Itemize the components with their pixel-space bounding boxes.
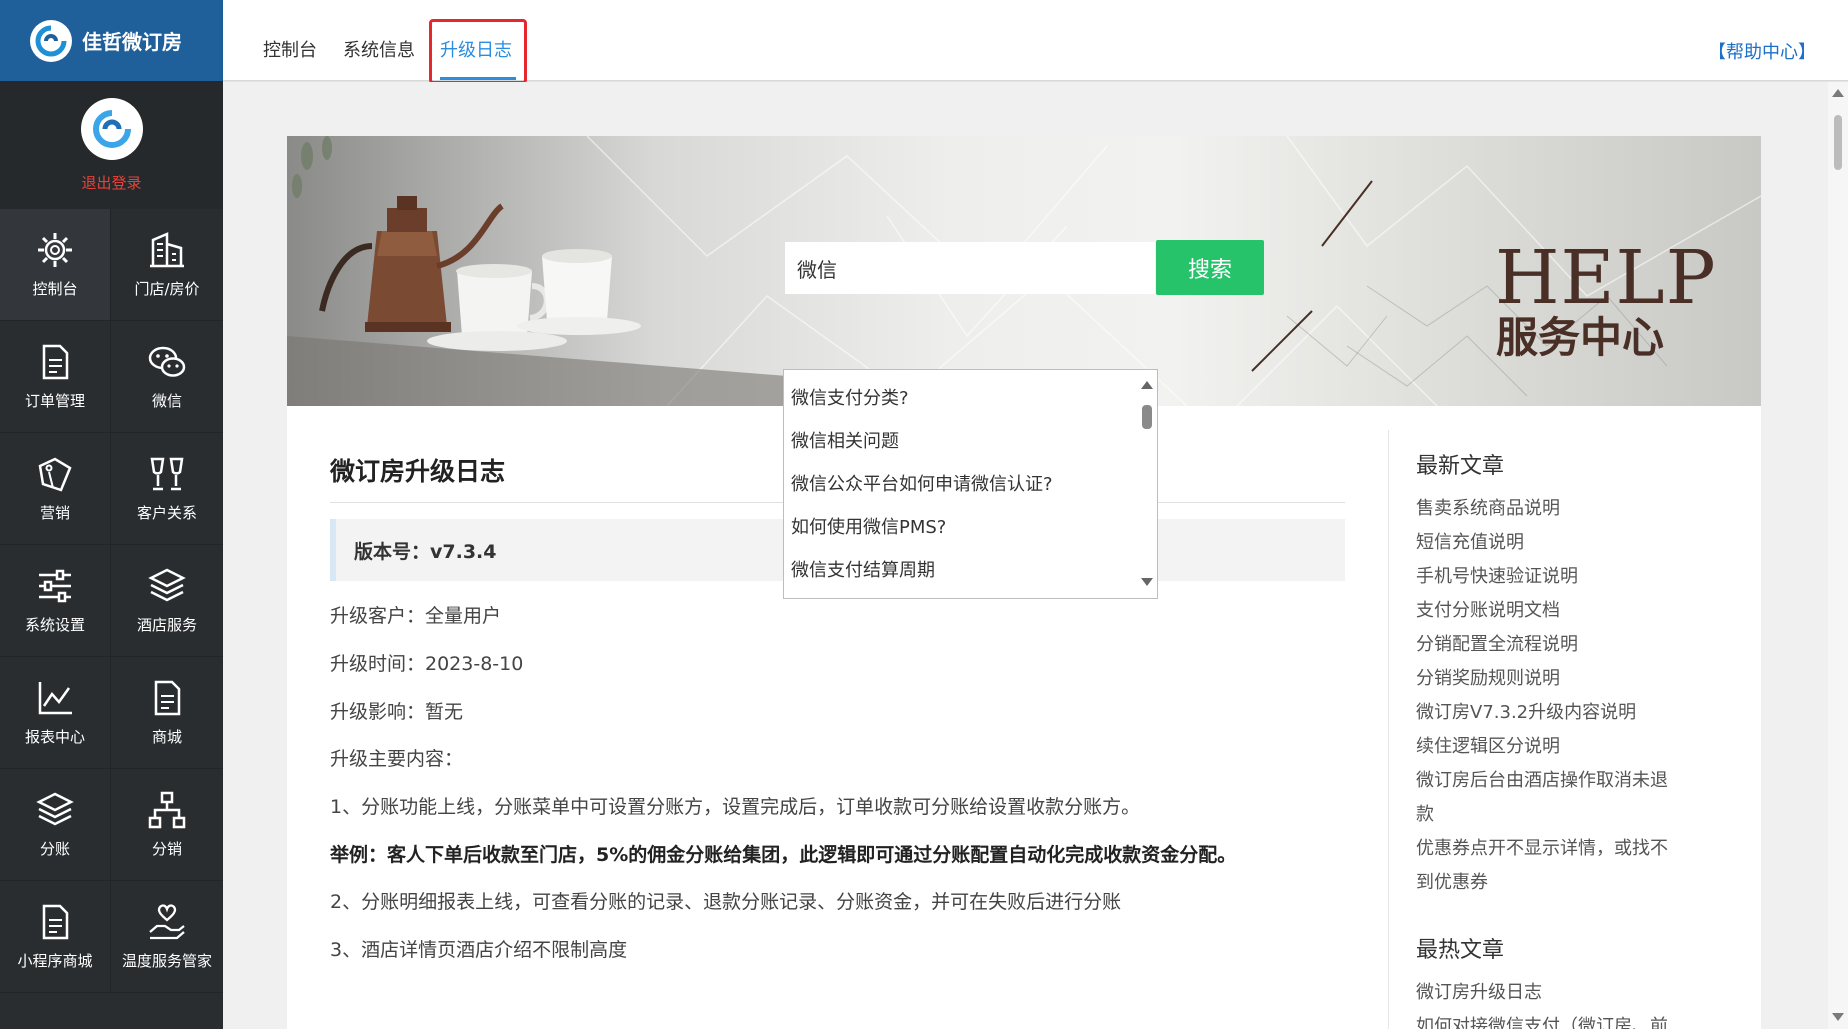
- layers-icon: [36, 792, 74, 826]
- brand-header: 佳哲微订房: [0, 0, 223, 81]
- sidebar-item-label: 控制台: [32, 280, 78, 298]
- sidebar-item-dashboard[interactable]: 控制台: [0, 209, 111, 321]
- latest-article-link[interactable]: 到优惠券: [1416, 868, 1488, 894]
- sidebar-item-marketing[interactable]: 营销: [0, 433, 111, 545]
- heart-hand-icon: [149, 904, 185, 940]
- wechat-icon: [148, 346, 186, 377]
- sidebar-menu: 控制台 门店/房价 订单管理 微信 营销 客户关系 系统设置 酒店服务 报表中心…: [0, 209, 223, 993]
- sidebar-item-label: 商城: [151, 728, 182, 746]
- latest-article-link[interactable]: 续住逻辑区分说明: [1416, 732, 1560, 758]
- sidebar-item-label: 客户关系: [136, 504, 197, 522]
- page-scrollbar[interactable]: [1828, 82, 1848, 1029]
- upgrade-time: 升级时间：2023-8-10: [330, 653, 524, 675]
- wine-glasses-icon: [150, 457, 184, 491]
- sidebar-divider: [1388, 430, 1389, 1029]
- suggestion-item[interactable]: 如何使用微信PMS?: [784, 504, 1157, 547]
- scroll-up-arrow-icon[interactable]: [1141, 381, 1153, 389]
- sidebar-item-butler[interactable]: 温度服务管家: [111, 881, 223, 993]
- hot-article-link[interactable]: 如何对接微信支付（微订房、前: [1416, 1012, 1668, 1029]
- latest-article-link[interactable]: 手机号快速验证说明: [1416, 562, 1578, 588]
- latest-article-link[interactable]: 微订房V7.3.2升级内容说明: [1416, 698, 1636, 724]
- sidebar-item-orders[interactable]: 订单管理: [0, 321, 111, 433]
- layers-icon: [148, 568, 186, 602]
- sidebar-item-stores[interactable]: 门店/房价: [111, 209, 223, 321]
- sidebar-item-wechat[interactable]: 微信: [111, 321, 223, 433]
- org-chart-icon: [148, 791, 186, 829]
- suggestion-item[interactable]: 微信支付结算周期: [784, 547, 1157, 590]
- sidebar-item-label: 分账: [39, 840, 70, 858]
- building-icon: [150, 232, 184, 268]
- line-chart-icon: [38, 682, 72, 715]
- sliders-icon: [39, 569, 71, 603]
- sidebar-item-label: 报表中心: [24, 728, 85, 746]
- sidebar-item-label: 营销: [39, 504, 70, 522]
- latest-article-link[interactable]: 微订房后台由酒店操作取消未退: [1416, 766, 1668, 792]
- hot-article-link[interactable]: 微订房升级日志: [1416, 978, 1542, 1004]
- sidebar: 佳哲微订房 退出登录 控制台 门店/房价 订单管理 微信 营销 客户关系 系统设…: [0, 0, 223, 1029]
- document-icon: [154, 680, 181, 716]
- sidebar-item-label: 系统设置: [24, 616, 85, 634]
- sidebar-item-hotel-service[interactable]: 酒店服务: [111, 545, 223, 657]
- latest-article-link[interactable]: 短信充值说明: [1416, 528, 1524, 554]
- latest-articles-heading: 最新文章: [1416, 454, 1505, 479]
- content-item-3: 3、酒店详情页酒店介绍不限制高度: [330, 939, 628, 961]
- document-icon: [42, 904, 69, 940]
- version-label: 版本号：v7.3.4: [354, 540, 497, 563]
- sidebar-item-label: 微信: [151, 392, 182, 410]
- search-input[interactable]: [785, 242, 1155, 294]
- suggestions-scrollbar[interactable]: [1137, 370, 1157, 598]
- latest-article-link[interactable]: 优惠券点开不显示详情，或找不: [1416, 834, 1668, 860]
- hot-articles-heading: 最热文章: [1416, 938, 1505, 963]
- sidebar-item-label: 订单管理: [24, 392, 85, 410]
- sidebar-item-split[interactable]: 分账: [0, 769, 111, 881]
- latest-article-link[interactable]: 款: [1416, 800, 1434, 826]
- tab-highlight-box: [429, 19, 527, 84]
- upgrade-customers: 升级客户：全量用户: [330, 605, 502, 627]
- content-heading: 升级主要内容：: [330, 748, 464, 770]
- latest-article-link[interactable]: 支付分账说明文档: [1416, 596, 1560, 622]
- scroll-thumb[interactable]: [1834, 115, 1842, 170]
- sidebar-item-label: 门店/房价: [134, 280, 200, 298]
- suggestion-item[interactable]: 微信公众平台如何申请微信认证?: [784, 461, 1157, 504]
- page-title: 微订房升级日志: [330, 457, 506, 486]
- suggestion-item[interactable]: 微信支付分类?: [784, 375, 1157, 418]
- logout-link[interactable]: 退出登录: [81, 172, 141, 193]
- sidebar-item-mall[interactable]: 商城: [111, 657, 223, 769]
- sidebar-item-label: 温度服务管家: [121, 952, 212, 970]
- latest-article-link[interactable]: 分销奖励规则说明: [1416, 664, 1560, 690]
- content-item-1: 1、分账功能上线，分账菜单中可设置分账方，设置完成后，订单收款可分账给设置收款分…: [330, 796, 1141, 818]
- scroll-thumb[interactable]: [1142, 405, 1152, 429]
- document-icon: [42, 344, 69, 380]
- tag-icon: [38, 457, 72, 492]
- tab-dashboard[interactable]: 控制台: [263, 36, 317, 62]
- sidebar-item-label: 小程序商城: [17, 952, 93, 970]
- content-item-2: 2、分账明细报表上线，可查看分账的记录、退款分账记录、分账资金，并可在失败后进行…: [330, 891, 1122, 913]
- sidebar-item-label: 分销: [151, 840, 182, 858]
- sidebar-item-miniapp-mall[interactable]: 小程序商城: [0, 881, 111, 993]
- search-suggestions: 微信支付分类? 微信相关问题 微信公众平台如何申请微信认证? 如何使用微信PMS…: [783, 369, 1158, 599]
- sidebar-item-distribution[interactable]: 分销: [111, 769, 223, 881]
- upgrade-impact: 升级影响：暂无: [330, 701, 464, 723]
- user-box: 退出登录: [0, 81, 223, 209]
- search-button[interactable]: 搜索: [1156, 240, 1264, 295]
- gear-icon: [38, 233, 72, 267]
- brand-name: 佳哲微订房: [82, 30, 182, 54]
- help-heading-cn: 服务中心: [1496, 313, 1665, 362]
- sidebar-item-reports[interactable]: 报表中心: [0, 657, 111, 769]
- brand-logo-icon: [30, 19, 72, 62]
- sidebar-item-settings[interactable]: 系统设置: [0, 545, 111, 657]
- help-center-link[interactable]: 【帮助中心】: [1708, 38, 1816, 64]
- suggestion-item[interactable]: 微信相关问题: [784, 418, 1157, 461]
- scroll-up-arrow-icon[interactable]: [1832, 89, 1844, 97]
- avatar[interactable]: [80, 97, 143, 160]
- latest-article-link[interactable]: 分销配置全流程说明: [1416, 630, 1578, 656]
- sidebar-item-label: 酒店服务: [136, 616, 197, 634]
- sidebar-item-crm[interactable]: 客户关系: [111, 433, 223, 545]
- scroll-down-arrow-icon[interactable]: [1832, 1013, 1844, 1021]
- scroll-down-arrow-icon[interactable]: [1141, 578, 1153, 586]
- latest-article-link[interactable]: 售卖系统商品说明: [1416, 494, 1560, 520]
- tab-system-info[interactable]: 系统信息: [343, 36, 415, 62]
- content-example: 举例：客人下单后收款至门店，5%的佣金分账给集团，此逻辑即可通过分账配置自动化完…: [330, 844, 1237, 866]
